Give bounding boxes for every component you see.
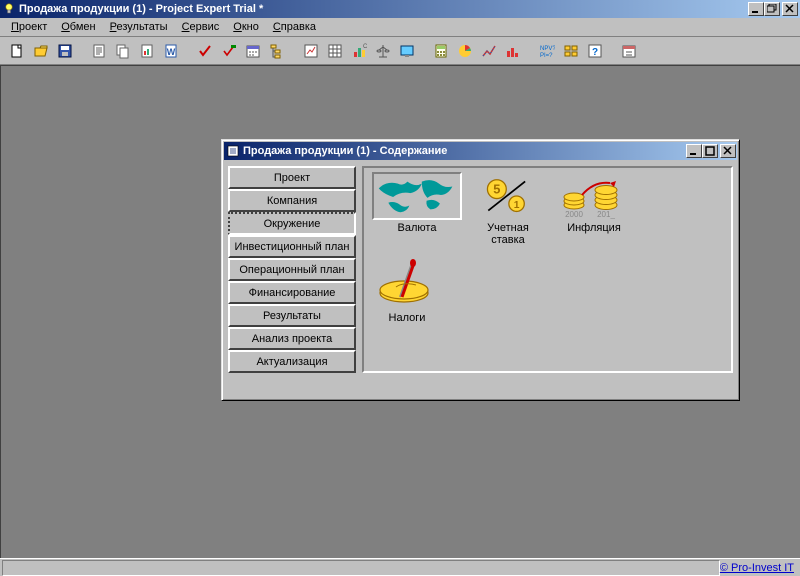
menu-окно[interactable]: Окно (226, 19, 266, 35)
child-title: Продажа продукции (1) - Содержание (243, 145, 447, 157)
toolbar-calendar2-button[interactable] (618, 41, 640, 61)
toolbar-pie-button[interactable] (454, 41, 476, 61)
app-titlebar: Продажа продукции (1) - Project Expert T… (0, 0, 800, 18)
inflation-icon: 2000 201_ (554, 172, 634, 220)
toolbar-question-button[interactable]: ? (584, 41, 606, 61)
nav-окружение[interactable]: Окружение (228, 212, 356, 235)
app-title: Продажа продукции (1) - Project Expert T… (19, 3, 263, 15)
mdi-client: Продажа продукции (1) - Содержание Проек… (0, 65, 800, 558)
menu-сервис[interactable]: Сервис (175, 19, 227, 35)
doc-icon (226, 144, 240, 158)
statusbar: © Pro-Invest IT (0, 558, 800, 576)
minimize-button[interactable] (748, 2, 764, 16)
svg-text:PI=?: PI=? (540, 53, 553, 59)
nav-актуализация[interactable]: Актуализация (228, 350, 356, 373)
nav-результаты[interactable]: Результаты (228, 304, 356, 327)
content-item-currency[interactable]: Валюта (364, 168, 470, 250)
svg-text:?: ? (592, 47, 598, 58)
toolbar-text-report-button[interactable] (88, 41, 110, 61)
tax-label: Налоги (389, 312, 426, 324)
content-panel: Валюта51Учетнаяставка2000201_Инфляция На… (362, 166, 733, 373)
nav-инвестиционный-план[interactable]: Инвестиционный план (228, 235, 356, 258)
toolbar-check-green-button[interactable] (218, 41, 240, 61)
toolbar-chart-report-button[interactable] (136, 41, 158, 61)
toolbar-npv-button[interactable]: NPV?PI=? (536, 41, 558, 61)
svg-text:W: W (167, 47, 176, 57)
toolbar-copy-button[interactable] (112, 41, 134, 61)
currency-label: Валюта (398, 222, 437, 234)
svg-text:CF: CF (363, 44, 367, 50)
toolbar-grid-button[interactable] (324, 41, 346, 61)
svg-text:1: 1 (514, 200, 520, 211)
menu-проект[interactable]: Проект (4, 19, 54, 35)
child-close-button[interactable] (720, 144, 736, 158)
toolbar-small-chart-button[interactable] (300, 41, 322, 61)
svg-text:201_: 201_ (597, 210, 615, 219)
toolbar-trend-button[interactable] (478, 41, 500, 61)
toolbar: W CF NPV?PI=?? (0, 37, 800, 65)
toolbar-bar-chart-button[interactable]: CF (348, 41, 370, 61)
inflation-label: Инфляция (567, 222, 621, 234)
menu-результаты[interactable]: Результаты (103, 19, 175, 35)
nav-финансирование[interactable]: Финансирование (228, 281, 356, 304)
nav-sidebar: ПроектКомпанияОкружениеИнвестиционный пл… (228, 166, 356, 373)
toolbar-word-report-button[interactable]: W (160, 41, 182, 61)
child-window: Продажа продукции (1) - Содержание Проек… (221, 139, 740, 401)
toolbar-breakdown-button[interactable] (560, 41, 582, 61)
menubar: ПроектОбменРезультатыСервисОкноСправка (0, 18, 800, 37)
restore-button[interactable] (764, 2, 780, 16)
toolbar-calc-button[interactable] (430, 41, 452, 61)
toolbar-screen-button[interactable] (396, 41, 418, 61)
nav-проект[interactable]: Проект (228, 166, 356, 189)
toolbar-open-button[interactable] (30, 41, 52, 61)
menu-обмен[interactable]: Обмен (54, 19, 102, 35)
nav-операционный-план[interactable]: Операционный план (228, 258, 356, 281)
status-pane (2, 560, 720, 576)
content-item-rate[interactable]: 51Учетнаяставка (470, 168, 546, 250)
currency-icon (372, 172, 462, 220)
credit-link[interactable]: © Pro-Invest IT (720, 562, 794, 574)
nav-анализ-проекта[interactable]: Анализ проекта (228, 327, 356, 350)
child-titlebar: Продажа продукции (1) - Содержание (224, 142, 737, 160)
rate-icon: 51 (478, 172, 538, 220)
toolbar-tree-button[interactable] (266, 41, 288, 61)
app-icon (2, 2, 16, 16)
menu-справка[interactable]: Справка (266, 19, 323, 35)
toolbar-new-button[interactable] (6, 41, 28, 61)
toolbar-save-button[interactable] (54, 41, 76, 61)
close-button[interactable] (782, 2, 798, 16)
child-maximize-button[interactable] (702, 144, 718, 158)
content-item-inflation[interactable]: 2000 201_ Инфляция (546, 168, 642, 250)
nav-компания[interactable]: Компания (228, 189, 356, 212)
content-item-tax[interactable]: Налоги (364, 250, 450, 328)
rate-label: Учетнаяставка (487, 222, 529, 246)
svg-text:2000: 2000 (565, 210, 583, 219)
tax-icon (372, 254, 442, 310)
toolbar-check-red-button[interactable] (194, 41, 216, 61)
toolbar-balance-button[interactable] (372, 41, 394, 61)
child-minimize-button[interactable] (686, 144, 702, 158)
toolbar-calendar-button[interactable] (242, 41, 264, 61)
svg-text:NPV?: NPV? (540, 46, 555, 52)
toolbar-red-bars-button[interactable] (502, 41, 524, 61)
svg-text:5: 5 (493, 181, 500, 196)
